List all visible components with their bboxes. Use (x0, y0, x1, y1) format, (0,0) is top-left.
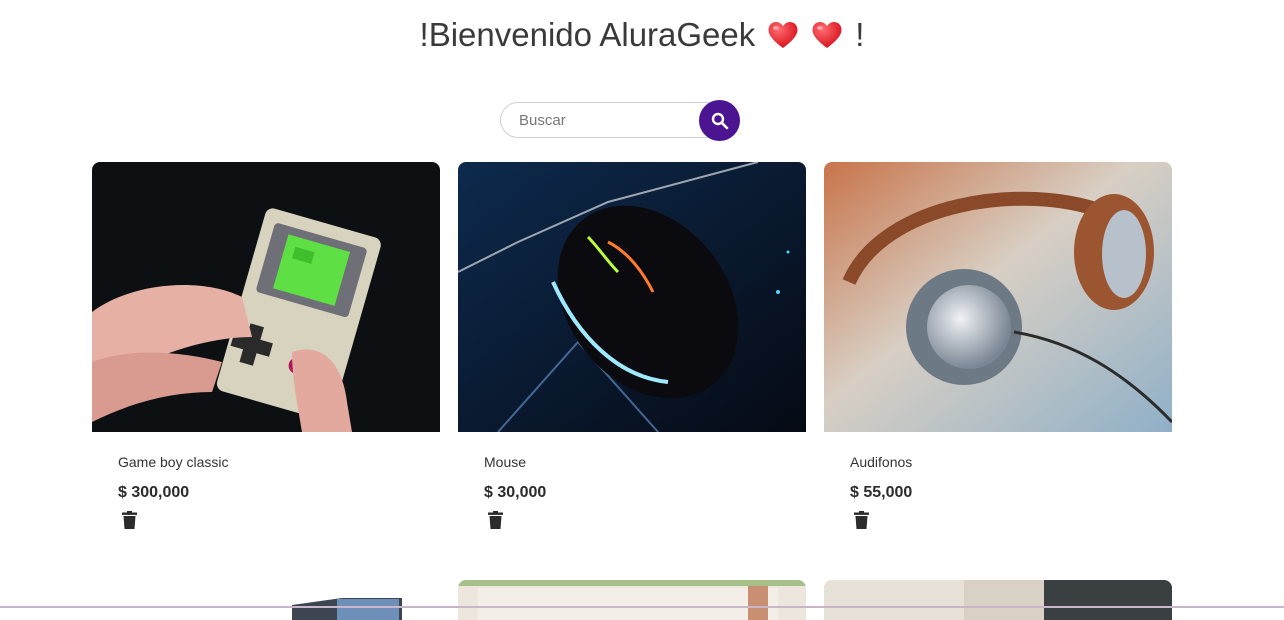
page-title-suffix: ! (855, 16, 865, 53)
product-price: $ 55,000 (850, 484, 913, 501)
search-button[interactable] (699, 100, 740, 141)
product-card: Mouse $ 30,000 (458, 162, 806, 529)
headphones-photo (824, 162, 1172, 432)
product-card: Game boy classic $ 300,000 (92, 162, 440, 529)
trash-icon[interactable] (488, 511, 503, 529)
gameboy-photo (92, 162, 440, 432)
product-name: Audifonos (850, 454, 913, 470)
gaming-mouse-photo (458, 162, 806, 432)
product-card-image-partial (458, 580, 806, 620)
heart-icon (768, 21, 798, 48)
trash-icon[interactable] (854, 511, 869, 529)
trash-icon[interactable] (122, 511, 137, 529)
search-icon (711, 112, 728, 129)
search-input[interactable] (500, 102, 724, 138)
product-card-image-partial (824, 580, 1172, 620)
heart-icon (812, 21, 842, 48)
product-card-image-partial (92, 580, 440, 620)
product-price: $ 300,000 (118, 484, 190, 501)
product-card: Audifonos $ 55,000 (824, 162, 1172, 529)
search-bar (500, 100, 740, 141)
page-title: !Bienvenido AluraGeek ! (0, 16, 1284, 54)
product-name: Game boy classic (118, 454, 229, 470)
page-title-text: !Bienvenido AluraGeek (419, 16, 756, 53)
product-name: Mouse (484, 454, 527, 470)
product-price: $ 30,000 (484, 484, 547, 501)
